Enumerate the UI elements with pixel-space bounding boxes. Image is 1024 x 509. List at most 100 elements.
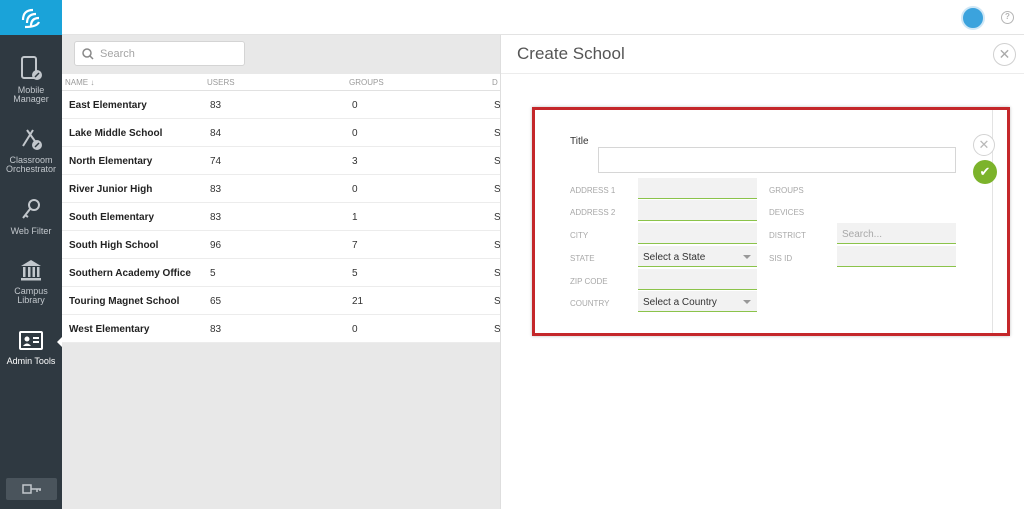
chevron-down-icon — [743, 300, 751, 304]
divider — [501, 73, 1024, 74]
groups-label: GROUPS — [769, 186, 804, 195]
create-school-panel: Create School ✕ Title ADDRESS 1 ADDRESS … — [500, 35, 1024, 509]
logout-icon — [21, 484, 41, 494]
school-list-pane: Search NAME ↓ USERS GROUPS D East Elemen… — [62, 35, 501, 509]
cell-users: 65 — [210, 296, 222, 307]
search-placeholder: Search — [100, 47, 135, 60]
column-header-users[interactable]: USERS — [207, 78, 235, 87]
cell-users: 84 — [210, 128, 222, 139]
cell-name: River Junior High — [69, 184, 153, 195]
table-row[interactable]: South High School 96 7 S — [62, 231, 501, 259]
table-header: NAME ↓ USERS GROUPS D — [62, 74, 500, 91]
nav-campus-library[interactable]: Campus Library — [0, 257, 62, 305]
column-header-name[interactable]: NAME ↓ — [65, 78, 94, 87]
state-select-value: Select a State — [643, 252, 706, 263]
cell-users: 96 — [210, 240, 222, 251]
table-row[interactable]: East Elementary 83 0 S — [62, 91, 501, 119]
city-field[interactable] — [638, 223, 757, 244]
user-avatar[interactable] — [961, 6, 985, 30]
nav-admin-tools[interactable]: Admin Tools — [0, 329, 62, 366]
cell-groups: 0 — [352, 100, 358, 111]
mobile-manager-icon — [21, 56, 42, 80]
devices-label: DEVICES — [769, 208, 805, 217]
panel-title: Create School — [517, 44, 625, 63]
cell-name: South High School — [69, 240, 159, 251]
table-row[interactable]: Lake Middle School 84 0 S — [62, 119, 501, 147]
district-search-placeholder: Search... — [842, 229, 883, 240]
district-label: DISTRICT — [769, 231, 806, 240]
column-header-district[interactable]: D — [492, 78, 498, 87]
city-label: CITY — [570, 231, 589, 240]
cell-groups: 0 — [352, 184, 358, 195]
nav-web-filter[interactable]: Web Filter — [0, 197, 62, 236]
save-button[interactable]: ✔ — [973, 160, 997, 184]
key-icon — [22, 199, 40, 219]
cell-users: 83 — [210, 324, 222, 335]
address1-field[interactable] — [638, 178, 757, 199]
cell-groups: 7 — [352, 240, 358, 251]
cell-name: East Elementary — [69, 100, 147, 111]
cell-groups: 5 — [352, 268, 358, 279]
country-select[interactable]: Select a Country — [638, 291, 757, 312]
help-icon[interactable]: ? — [1001, 11, 1014, 24]
table-row[interactable]: North Elementary 74 3 S — [62, 147, 501, 175]
search-icon — [82, 47, 94, 60]
cell-users: 83 — [210, 184, 222, 195]
zip-code-label: ZIP CODE — [570, 277, 608, 286]
table-row[interactable]: West Elementary 83 0 S — [62, 315, 501, 343]
table-body: East Elementary 83 0 S Lake Middle School 84… — [62, 91, 501, 343]
table-row[interactable]: Southern Academy Office 5 5 S — [62, 259, 501, 287]
cell-name: South Elementary — [69, 212, 155, 223]
title-input[interactable] — [598, 147, 956, 173]
classroom-orchestrator-icon — [22, 129, 42, 150]
cell-groups: 0 — [352, 324, 358, 335]
sidebar: Mobile Manager Classroom Orchestrator We… — [0, 0, 63, 509]
school-form: Title ADDRESS 1 ADDRESS 2 CITY STATE Sel… — [532, 107, 1010, 336]
address1-label: ADDRESS 1 — [570, 186, 616, 195]
library-icon — [21, 260, 41, 281]
admin-tools-icon — [19, 331, 43, 350]
search-input[interactable]: Search — [74, 41, 245, 66]
sort-arrow-down-icon: ↓ — [90, 78, 95, 87]
close-panel-button[interactable]: ✕ — [993, 43, 1016, 66]
nav-label: Manager — [13, 94, 49, 104]
column-header-groups[interactable]: GROUPS — [349, 78, 384, 87]
country-select-value: Select a Country — [643, 297, 717, 308]
table-row[interactable]: South Elementary 83 1 S — [62, 203, 501, 231]
nav-label: Admin Tools — [6, 356, 56, 366]
nav-label: Orchestrator — [5, 164, 56, 174]
cell-name: Touring Magnet School — [69, 296, 180, 307]
cell-users: 74 — [210, 156, 222, 167]
logout-button[interactable] — [6, 478, 57, 500]
country-label: COUNTRY — [570, 299, 610, 308]
cell-name: West Elementary — [69, 324, 150, 335]
cancel-button[interactable]: ✕ — [973, 134, 995, 156]
zip-code-field[interactable] — [638, 269, 757, 290]
nav-mobile-manager[interactable]: Mobile Manager — [0, 56, 62, 104]
nav-label: Web Filter — [10, 226, 52, 236]
district-search-input[interactable]: Search... — [837, 223, 956, 244]
close-icon: ✕ — [978, 137, 990, 152]
table-row[interactable]: Touring Magnet School 65 21 S — [62, 287, 501, 315]
cell-users: 83 — [210, 212, 222, 223]
chevron-down-icon — [743, 255, 751, 259]
cell-groups: 3 — [352, 156, 358, 167]
cell-name: Southern Academy Office — [69, 268, 191, 279]
cell-groups: 21 — [352, 296, 364, 307]
cell-users: 83 — [210, 100, 222, 111]
app-logo-icon[interactable] — [0, 0, 62, 35]
table-row[interactable]: River Junior High 83 0 S — [62, 175, 501, 203]
nav-classroom-orchestrator[interactable]: Classroom Orchestrator — [0, 126, 62, 174]
title-label: Title — [570, 136, 589, 147]
cell-groups: 0 — [352, 128, 358, 139]
cell-users: 5 — [210, 268, 216, 279]
cell-name: Lake Middle School — [69, 128, 163, 139]
state-select[interactable]: Select a State — [638, 246, 757, 267]
close-icon: ✕ — [998, 46, 1011, 62]
nav-label: Library — [17, 295, 45, 305]
checkmark-icon: ✔ — [979, 164, 991, 179]
cell-groups: 1 — [352, 212, 358, 223]
cell-name: North Elementary — [69, 156, 153, 167]
address2-field[interactable] — [638, 200, 757, 221]
sis-id-field[interactable] — [837, 246, 956, 267]
